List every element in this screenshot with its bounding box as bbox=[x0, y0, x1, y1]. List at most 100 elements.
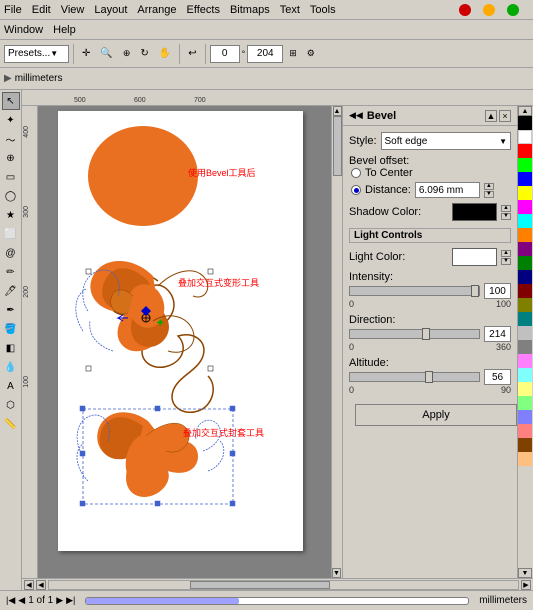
tool-undo[interactable]: ↩ bbox=[184, 46, 200, 61]
tool-rect[interactable]: ▭ bbox=[2, 168, 20, 186]
palette-color-blue[interactable] bbox=[518, 172, 532, 186]
shadow-down-btn[interactable]: ▼ bbox=[501, 213, 511, 220]
palette-color-red[interactable] bbox=[518, 144, 532, 158]
palette-color-maroon[interactable] bbox=[518, 284, 532, 298]
hscroll-track[interactable] bbox=[48, 580, 519, 590]
menu-tools[interactable]: Tools bbox=[310, 4, 336, 16]
handle-bottom-br[interactable] bbox=[230, 501, 235, 506]
palette-color-olive[interactable] bbox=[518, 298, 532, 312]
presets-select[interactable]: Presets... ▼ bbox=[4, 45, 69, 63]
tool-select[interactable]: ↖ bbox=[2, 92, 20, 110]
tool-text-tool[interactable]: A bbox=[2, 377, 20, 395]
panel-close-btn[interactable]: × bbox=[499, 110, 511, 122]
menu-edit[interactable]: Edit bbox=[32, 4, 51, 16]
palette-color-lightred[interactable] bbox=[518, 424, 532, 438]
style-select[interactable]: Soft edge ▼ bbox=[381, 132, 511, 150]
page-last-btn[interactable]: ▶| bbox=[66, 595, 75, 606]
handle-tr[interactable] bbox=[208, 269, 213, 274]
distance-down-btn[interactable]: ▼ bbox=[484, 191, 494, 198]
tool-dropper[interactable]: 💧 bbox=[2, 358, 20, 376]
tool-tweak[interactable]: 〜 bbox=[2, 130, 20, 148]
vscroll-up-btn[interactable]: ▲ bbox=[333, 106, 342, 116]
vscrollbar[interactable]: ▲ ▼ bbox=[331, 106, 342, 578]
palette-color-peach[interactable] bbox=[518, 452, 532, 466]
page-next-btn[interactable]: ▶ bbox=[56, 595, 63, 606]
handle-tl[interactable] bbox=[86, 269, 91, 274]
tool-rotate[interactable]: ↻ bbox=[136, 46, 152, 61]
palette-color-orange[interactable] bbox=[518, 228, 532, 242]
menu-effects[interactable]: Effects bbox=[187, 4, 220, 16]
handle-bottom-tr[interactable] bbox=[230, 406, 235, 411]
handle-bottom-bl[interactable] bbox=[80, 501, 85, 506]
palette-color-brown[interactable] bbox=[518, 438, 532, 452]
tool-zoom2[interactable]: ⊕ bbox=[119, 46, 135, 61]
radio-distance[interactable] bbox=[351, 185, 361, 195]
page-prev-btn[interactable]: ◀ bbox=[18, 595, 25, 606]
tool-measure[interactable]: 📏 bbox=[2, 415, 20, 433]
hscroll-right-btn-left[interactable]: ◀ bbox=[36, 580, 46, 590]
vscroll-thumb[interactable] bbox=[333, 116, 342, 176]
tool-3d[interactable]: ⬜ bbox=[2, 225, 20, 243]
coord-y-input[interactable]: 204 bbox=[247, 45, 283, 63]
tool-bucket[interactable]: 🪣 bbox=[2, 320, 20, 338]
tool-zoom[interactable]: 🔍 bbox=[96, 46, 116, 61]
menu-bitmaps[interactable]: Bitmaps bbox=[230, 4, 270, 16]
light-color-swatch[interactable] bbox=[452, 248, 497, 266]
hscroll-right-btn[interactable]: ▶ bbox=[521, 580, 531, 590]
handle-bl[interactable] bbox=[86, 366, 91, 371]
distance-input[interactable] bbox=[415, 182, 480, 198]
tool-ellipse[interactable]: ◯ bbox=[2, 187, 20, 205]
light-color-up-btn[interactable]: ▲ bbox=[501, 250, 511, 257]
palette-color-navy[interactable] bbox=[518, 270, 532, 284]
palette-color-purple[interactable] bbox=[518, 242, 532, 256]
tool-calligraphy[interactable]: ✒ bbox=[2, 301, 20, 319]
tool-cursor[interactable]: ✛ bbox=[78, 46, 94, 61]
menu-arrange[interactable]: Arrange bbox=[137, 4, 176, 16]
shape-bottom-flame[interactable] bbox=[77, 406, 235, 506]
palette-color-yellow[interactable] bbox=[518, 186, 532, 200]
palette-color-black[interactable] bbox=[518, 116, 532, 130]
window-close[interactable] bbox=[459, 4, 471, 16]
shadow-color-swatch[interactable] bbox=[452, 203, 497, 221]
palette-color-lightgreen[interactable] bbox=[518, 396, 532, 410]
palette-up-btn[interactable]: ▲ bbox=[518, 106, 532, 116]
page-first-btn[interactable]: |◀ bbox=[6, 595, 15, 606]
distance-up-btn[interactable]: ▲ bbox=[484, 183, 494, 190]
direction-slider[interactable] bbox=[349, 329, 480, 339]
menu-help[interactable]: Help bbox=[53, 24, 76, 36]
tool-node[interactable]: ✦ bbox=[2, 111, 20, 129]
handle-br[interactable] bbox=[208, 366, 213, 371]
palette-color-white[interactable] bbox=[518, 130, 532, 144]
hscroll-status[interactable] bbox=[85, 597, 469, 605]
palette-color-lightmagenta[interactable] bbox=[518, 354, 532, 368]
handle-bottom-tl[interactable] bbox=[80, 406, 85, 411]
tool-pencil[interactable]: ✏ bbox=[2, 263, 20, 281]
tool-connector[interactable]: ⬡ bbox=[2, 396, 20, 414]
panel-arrow-btn[interactable]: ▲ bbox=[485, 110, 497, 122]
tool-settings[interactable]: ⚙ bbox=[303, 46, 319, 61]
intensity-slider[interactable] bbox=[349, 286, 480, 296]
hscroll-thumb[interactable] bbox=[190, 581, 331, 589]
palette-color-silver[interactable] bbox=[518, 326, 532, 340]
tool-pen[interactable]: 🖊 bbox=[2, 282, 20, 300]
palette-color-cyan[interactable] bbox=[518, 214, 532, 228]
tool-gradient[interactable]: ◧ bbox=[2, 339, 20, 357]
menu-layout[interactable]: Layout bbox=[94, 4, 127, 16]
palette-color-darkgreen[interactable] bbox=[518, 256, 532, 270]
palette-color-lightblue[interactable] bbox=[518, 410, 532, 424]
menu-view[interactable]: View bbox=[61, 4, 85, 16]
shape-circle[interactable] bbox=[88, 126, 198, 226]
tool-spiral[interactable]: @ bbox=[2, 244, 20, 262]
palette-color-lightyellow[interactable] bbox=[518, 382, 532, 396]
altitude-slider[interactable] bbox=[349, 372, 480, 382]
palette-color-green[interactable] bbox=[518, 158, 532, 172]
palette-color-gray[interactable] bbox=[518, 340, 532, 354]
hscroll-left-btn[interactable]: ◀ bbox=[24, 580, 34, 590]
shadow-up-btn[interactable]: ▲ bbox=[501, 205, 511, 212]
light-color-down-btn[interactable]: ▼ bbox=[501, 258, 511, 265]
canvas[interactable]: ✦ bbox=[38, 106, 342, 578]
coord-x-input[interactable]: 0 bbox=[210, 45, 240, 63]
window-maximize[interactable] bbox=[507, 4, 519, 16]
tool-grid[interactable]: ⊞ bbox=[285, 46, 301, 61]
palette-color-magenta[interactable] bbox=[518, 200, 532, 214]
